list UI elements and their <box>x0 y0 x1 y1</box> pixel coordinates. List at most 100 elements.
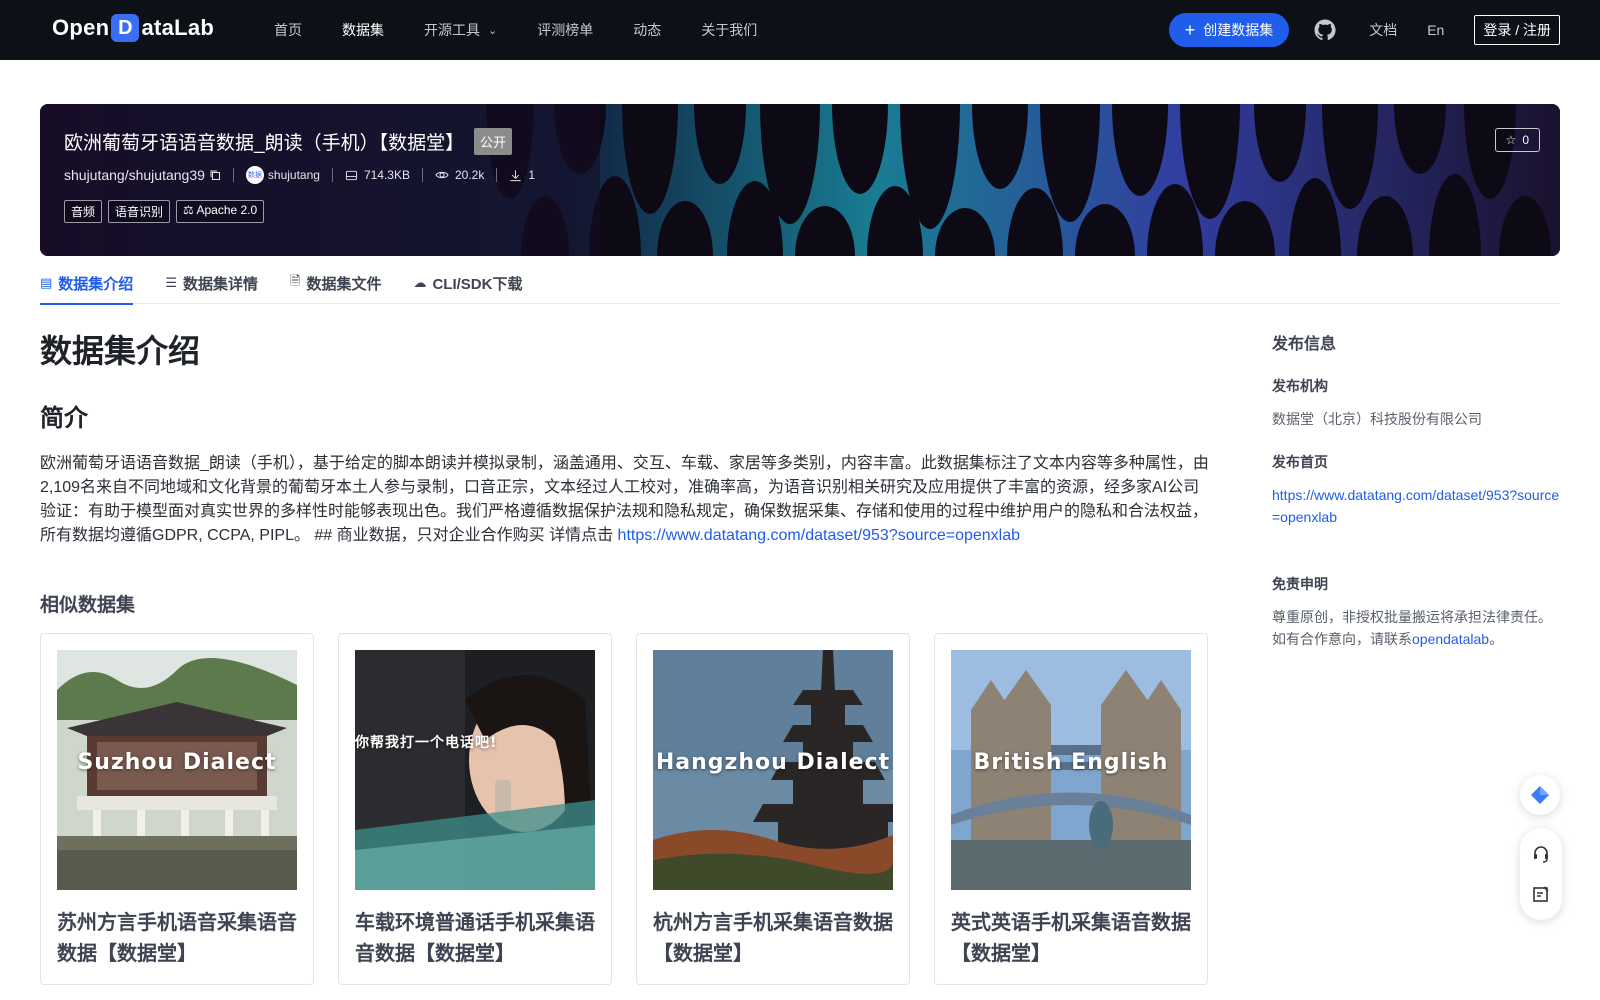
section-heading-intro: 简介 <box>40 405 88 432</box>
meta-divider <box>422 168 423 182</box>
cloud-icon: ☁ <box>413 275 427 290</box>
contact-link[interactable]: opendatalab <box>1412 631 1489 647</box>
logo-text-pre: Open <box>52 15 110 40</box>
dataset-description: 欧洲葡萄牙语语音数据_朗读（手机），基于给定的脚本朗读并模拟录制，涵盖通用、交互… <box>40 452 1212 548</box>
similar-datasets-list: Suzhou Dialect 苏州方言手机语音采集语音数据【数据堂】 你帮我打一… <box>40 633 1212 985</box>
similar-dataset-card[interactable]: British English 英式英语手机采集语音数据【数据堂】 <box>934 633 1208 985</box>
owner-avatar: 数据 <box>245 166 264 184</box>
top-nav: Open D ataLab 首页 数据集 开源工具 ⌄ 评测榜单 动态 关于我们 … <box>0 0 1600 60</box>
similar-dataset-title: 英式英语手机采集语音数据【数据堂】 <box>951 912 1191 965</box>
similar-dataset-card[interactable]: 你帮我打一个电话吧! 车载环境普通话手机采集语音数据【数据堂】 <box>338 633 612 985</box>
nav-link-open-tools[interactable]: 开源工具 ⌄ <box>424 20 497 40</box>
feedback-icon[interactable] <box>1531 884 1551 904</box>
dataset-meta-row: shujutang/shujutang39 数据 shujutang 714.3K… <box>64 166 535 184</box>
meta-divider <box>232 168 234 182</box>
dataset-thumbnail: 你帮我打一个电话吧! <box>355 650 595 890</box>
repo-path: shujutang/shujutang39 <box>64 167 221 183</box>
nav-right: + 创建数据集 文档 En 登录 / 注册 <box>1168 0 1560 60</box>
tab-dataset-intro-label: 数据集介绍 <box>58 275 134 293</box>
license-tag[interactable]: ⚖ Apache 2.0 <box>176 200 265 223</box>
tab-dataset-details[interactable]: ☰ 数据集详情 <box>165 262 258 304</box>
scale-icon: ⚖ <box>183 203 194 217</box>
license-label: Apache 2.0 <box>196 203 258 217</box>
tab-dataset-files[interactable]: 🗎 数据集文件 <box>290 262 381 304</box>
nav-link-home-label: 首页 <box>274 22 302 38</box>
create-dataset-label: 创建数据集 <box>1203 22 1274 38</box>
storage-icon <box>345 170 358 180</box>
tab-dataset-intro[interactable]: ▤ 数据集介绍 <box>40 262 134 305</box>
download-icon <box>510 169 521 181</box>
tab-cli-sdk-download[interactable]: ☁ CLI/SDK下载 <box>413 262 522 304</box>
tag-speech-recognition[interactable]: 语音识别 <box>108 200 171 223</box>
star-count: 0 <box>1522 133 1529 147</box>
nav-link-about[interactable]: 关于我们 <box>701 20 757 40</box>
visibility-badge: 公开 <box>474 128 513 155</box>
similar-dataset-card[interactable]: Hangzhou Dialect 杭州方言手机采集语音数据【数据堂】 <box>636 633 910 985</box>
disclaimer-text: 尊重原创，非授权批量搬运将承担法律责任。如有合作意向，请联系opendatala… <box>1272 606 1562 650</box>
page-title: 数据集介绍 <box>40 333 201 369</box>
docs-link[interactable]: 文档 <box>1369 20 1397 40</box>
floating-assistant-button[interactable] <box>1520 775 1560 815</box>
sidebar-title: 发布信息 <box>1272 336 1337 353</box>
star-button[interactable]: ☆ 0 <box>1494 128 1540 152</box>
login-register-button[interactable]: 登录 / 注册 <box>1474 15 1560 45</box>
owner[interactable]: 数据 shujutang <box>245 166 320 184</box>
similar-datasets-heading: 相似数据集 <box>40 595 136 616</box>
plus-icon: + <box>1184 20 1196 40</box>
nav-links: 首页 数据集 开源工具 ⌄ 评测榜单 动态 关于我们 <box>274 0 797 60</box>
thumbnail-label: Hangzhou Dialect <box>655 750 891 775</box>
logo-mark: D <box>111 14 140 42</box>
nav-link-leaderboard[interactable]: 评测榜单 <box>537 20 593 40</box>
publish-info-sidebar: 发布信息 发布机构 数据堂（北京）科技股份有限公司 发布首页 https://w… <box>1272 330 1562 650</box>
similar-dataset-title: 车载环境普通话手机采集语音数据【数据堂】 <box>355 912 595 965</box>
nav-link-open-tools-label: 开源工具 <box>424 22 480 38</box>
nav-link-about-label: 关于我们 <box>701 22 758 38</box>
thumbnail-label: British English <box>973 750 1169 775</box>
homepage-link[interactable]: https://www.datatang.com/dataset/953?sou… <box>1272 487 1559 525</box>
meta-divider <box>496 168 498 182</box>
nav-link-home[interactable]: 首页 <box>274 20 302 40</box>
repo-path-text: shujutang/shujutang39 <box>64 167 205 183</box>
nav-link-datasets[interactable]: 数据集 <box>342 20 384 40</box>
publisher-value: 数据堂（北京）科技股份有限公司 <box>1272 411 1482 427</box>
dataset-title-row: 欧洲葡萄牙语语音数据_朗读（手机）【数据堂】 公开 <box>64 128 513 155</box>
homepage-label: 发布首页 <box>1272 454 1328 470</box>
homepage-value: https://www.datatang.com/dataset/953?sou… <box>1272 484 1562 528</box>
diamond-icon <box>1531 786 1549 804</box>
tag-audio[interactable]: 音频 <box>64 200 103 223</box>
dataset-thumbnail: Hangzhou Dialect <box>653 650 893 890</box>
nav-link-news-label: 动态 <box>633 22 662 38</box>
language-toggle[interactable]: En <box>1427 22 1444 38</box>
headset-icon[interactable] <box>1531 844 1551 864</box>
download-count-value: 1 <box>528 168 536 182</box>
floating-tools <box>1520 828 1562 920</box>
owner-name: shujutang <box>267 168 320 182</box>
chevron-down-icon: ⌄ <box>488 24 498 37</box>
opendatalab-logo[interactable]: Open D ataLab <box>52 14 214 42</box>
nav-link-datasets-label: 数据集 <box>342 22 384 38</box>
description-link[interactable]: https://www.datatang.com/dataset/953?sou… <box>618 527 1020 544</box>
dataset-size-value: 714.3KB <box>363 168 410 182</box>
similar-dataset-title: 苏州方言手机语音采集语音数据【数据堂】 <box>57 912 297 965</box>
nav-link-news[interactable]: 动态 <box>633 20 661 40</box>
dataset-tags: 音频 语音识别 ⚖ Apache 2.0 <box>64 200 270 223</box>
copy-icon[interactable] <box>209 169 221 181</box>
main-content: 数据集介绍 简介 欧洲葡萄牙语语音数据_朗读（手机），基于给定的脚本朗读并模拟录… <box>40 326 1212 985</box>
database-icon: ▤ <box>40 275 53 290</box>
similar-dataset-title: 杭州方言手机采集语音数据【数据堂】 <box>653 912 893 965</box>
download-count: 1 <box>509 168 535 182</box>
dataset-hero-banner: 欧洲葡萄牙语语音数据_朗读（手机）【数据堂】 公开 shujutang/shuj… <box>40 104 1560 256</box>
dataset-thumbnail: Suzhou Dialect <box>57 650 297 890</box>
nav-link-leaderboard-label: 评测榜单 <box>537 22 594 38</box>
dataset-tabs: ▤ 数据集介绍 ☰ 数据集详情 🗎 数据集文件 ☁ CLI/SDK下载 <box>40 262 1560 305</box>
similar-dataset-card[interactable]: Suzhou Dialect 苏州方言手机语音采集语音数据【数据堂】 <box>40 633 314 985</box>
woman-phone-car-image <box>355 650 595 890</box>
github-icon[interactable] <box>1313 18 1337 42</box>
file-icon: 🗎 <box>289 273 301 288</box>
list-icon: ☰ <box>165 275 177 290</box>
create-dataset-button[interactable]: + 创建数据集 <box>1168 13 1290 47</box>
publisher-label: 发布机构 <box>1272 378 1328 394</box>
logo-text-post: ataLab <box>141 15 215 40</box>
eye-icon <box>435 171 449 179</box>
star-icon: ☆ <box>1505 133 1517 147</box>
